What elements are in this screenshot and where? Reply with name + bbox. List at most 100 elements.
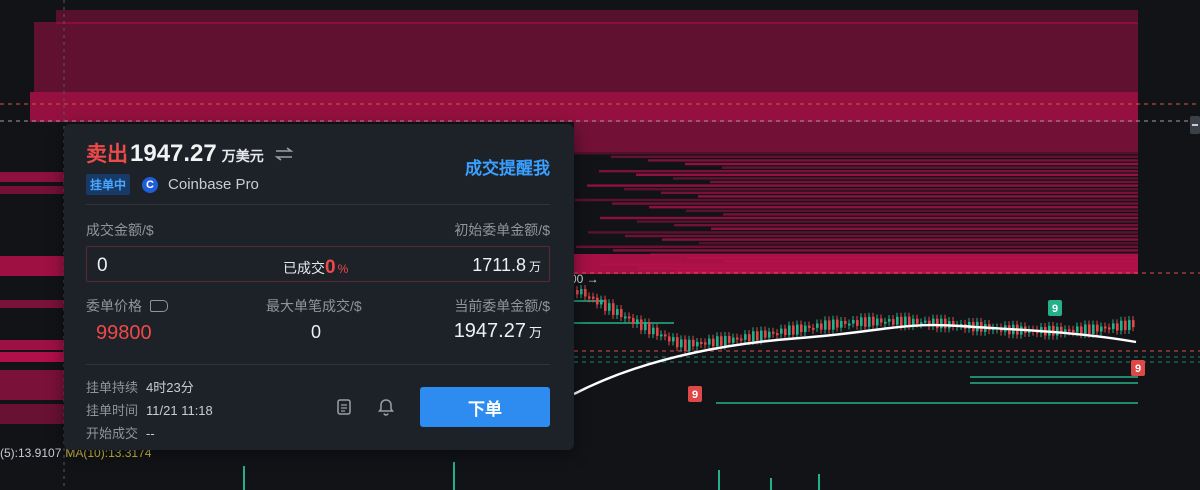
candle-body (588, 296, 591, 299)
candle-body (784, 328, 787, 336)
notes-icon[interactable] (334, 397, 354, 417)
candle-body (920, 322, 923, 325)
volume-bar (718, 470, 720, 490)
order-amount: 1947.27 (130, 140, 217, 167)
candle-body (836, 319, 839, 328)
candle-body (908, 316, 911, 326)
candle-body (668, 336, 671, 342)
candle-body (772, 331, 775, 334)
max-fill-value: 0 (311, 322, 322, 342)
volume-bar (243, 466, 245, 490)
candle-body (756, 331, 759, 341)
candle-body (872, 316, 875, 326)
order-header: 卖出 1947.27 万美元 (86, 138, 294, 168)
ask-wall-strip (575, 198, 1138, 202)
price-scale-handle[interactable] (1190, 116, 1200, 134)
candle-body (768, 331, 771, 338)
filled-amount-label: 成交金额/$ (86, 222, 154, 238)
ask-wall-strip (587, 184, 1138, 187)
candle-body (612, 303, 615, 315)
ask-wall-strip (0, 186, 64, 194)
candle-body (676, 337, 679, 348)
ask-wall-strip (0, 404, 64, 424)
candle-body (692, 339, 695, 347)
candle-body (896, 316, 899, 325)
ask-wall-strip (625, 234, 1138, 238)
candle-body (644, 322, 647, 331)
ask-wall-strip (723, 213, 1138, 216)
candle-body (884, 321, 887, 324)
candle-body (728, 336, 731, 343)
candle-body (680, 339, 683, 348)
ask-wall-band (574, 122, 1138, 152)
candle-body (704, 342, 707, 345)
volume-bar (818, 474, 820, 490)
current-amount-label: 当前委单金额/$ (454, 298, 550, 314)
order-side: 卖出 (86, 143, 128, 166)
initial-amount-label: 初始委单金额/$ (454, 222, 550, 238)
order-time-value: 11/21 11:18 (146, 403, 213, 418)
candle-body (672, 337, 675, 342)
candle-body (940, 318, 943, 329)
swap-icon[interactable] (274, 146, 294, 162)
ask-wall-strip (661, 191, 1138, 194)
ask-wall-strip (0, 300, 64, 308)
filled-text: 已成交 (283, 260, 325, 276)
bid-wall-line (574, 322, 674, 324)
ask-wall-strip (648, 159, 1138, 162)
duration-value: 4时23分 (146, 380, 194, 395)
candle-body (792, 325, 795, 335)
signal-marker-label: 9 (1135, 363, 1141, 375)
candle-body (688, 339, 691, 351)
ask-wall-strip (599, 170, 1138, 173)
candle-body (580, 288, 583, 295)
candle-body (636, 319, 639, 324)
status-badge: 挂单中 (86, 174, 131, 195)
candle-body (800, 324, 803, 333)
ask-wall-strip (698, 195, 1138, 198)
place-order-button[interactable]: 下单 (420, 387, 550, 427)
candle-body (840, 320, 843, 328)
candle-body (1052, 325, 1055, 336)
filled-percentage: 已成交0% (283, 257, 348, 279)
candle-body (1116, 323, 1119, 331)
ask-wall-strip (722, 166, 1138, 169)
divider (86, 204, 550, 205)
candle-body (640, 319, 643, 331)
candle-body (844, 320, 847, 324)
candle-body (684, 339, 687, 351)
candle-body (888, 319, 891, 322)
signal-marker-label: 9 (1052, 303, 1058, 315)
duration-row: 挂单持续 4时23分 (86, 377, 194, 396)
initial-amount-value: 1711.8 万 (472, 255, 541, 276)
candle-body (708, 338, 711, 345)
bell-icon[interactable] (376, 397, 396, 417)
bid-wall-line (716, 402, 1138, 404)
candle-body (832, 319, 835, 330)
candle-body (1112, 323, 1115, 329)
candle-body (1068, 329, 1071, 332)
ma5-value: (5):13.9107 (0, 446, 62, 460)
candle-body (596, 297, 599, 305)
ask-wall-strip (0, 340, 64, 350)
candle-body (1100, 326, 1103, 332)
candle-body (916, 318, 919, 324)
candle-body (868, 316, 871, 327)
tag-icon[interactable] (150, 300, 168, 312)
candle-body (700, 341, 703, 344)
ask-wall-strip (711, 227, 1138, 230)
candle-body (648, 322, 651, 335)
ask-wall-strip (613, 249, 1138, 252)
candle-body (880, 318, 883, 323)
filled-pct-value: 0 (325, 257, 336, 278)
candle-body (584, 288, 587, 297)
max-fill-label: 最大单笔成交/$ (266, 298, 362, 314)
notify-me-button[interactable]: 成交提醒我 (465, 154, 550, 179)
candle-body (748, 334, 751, 342)
candle-body (576, 290, 579, 295)
candle-body (732, 337, 735, 343)
ask-wall-strip (624, 188, 1138, 191)
ask-wall-strip (574, 152, 1138, 155)
candle-body (592, 296, 595, 299)
candle-body (852, 320, 855, 324)
